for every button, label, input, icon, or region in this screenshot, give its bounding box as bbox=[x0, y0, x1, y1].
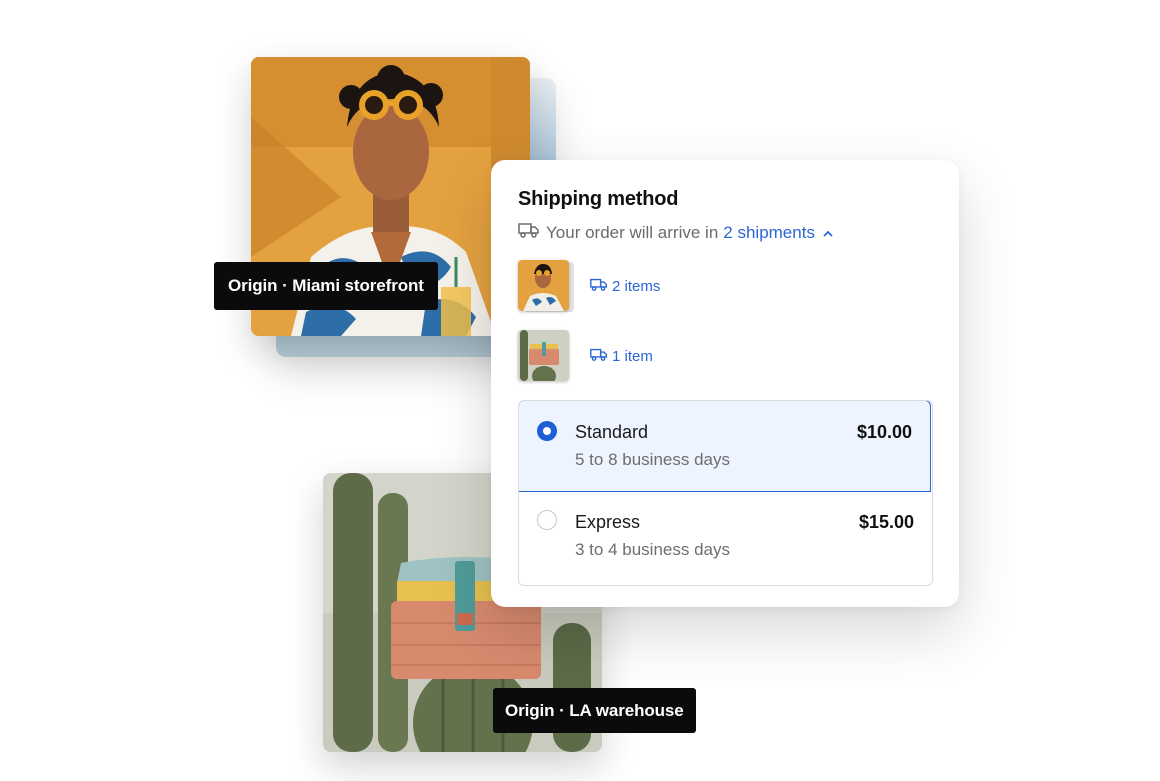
option-name: Express bbox=[575, 512, 641, 532]
shipment-1-count: 2 items bbox=[612, 277, 661, 295]
shipments-toggle-link[interactable]: 2 shipments bbox=[723, 223, 815, 243]
option-price: $10.00 bbox=[856, 422, 912, 442]
shipping-option-express[interactable]: Express 3 to 4 business days $15.00 bbox=[519, 493, 932, 585]
origin-miami-tag: Origin · Miami storefront bbox=[214, 262, 438, 310]
radio-selected[interactable] bbox=[537, 421, 557, 441]
shipment-2-thumbnail bbox=[518, 330, 572, 382]
shipping-option-standard[interactable]: Standard 5 to 8 business days $10.00 bbox=[519, 401, 931, 492]
truck-icon bbox=[590, 347, 608, 366]
option-name: Standard bbox=[575, 422, 649, 442]
shipment-1-thumbnail bbox=[518, 260, 574, 312]
shipment-1-link[interactable]: 2 items bbox=[590, 277, 660, 296]
option-price: $15.00 bbox=[858, 512, 914, 532]
radio-unselected[interactable] bbox=[537, 510, 557, 530]
chevron-up-icon[interactable] bbox=[822, 223, 834, 243]
origin-la-tag: Origin · LA warehouse bbox=[493, 688, 696, 733]
truck-icon bbox=[518, 221, 540, 244]
shipment-2-link[interactable]: 1 item bbox=[590, 347, 653, 366]
arrival-summary: Your order will arrive in 2 shipments bbox=[518, 221, 834, 244]
option-detail: 3 to 4 business days bbox=[575, 540, 730, 559]
shipment-row-2: 1 item bbox=[518, 330, 653, 382]
shipping-method-card: Shipping method Your order will arrive i… bbox=[491, 160, 959, 607]
shipment-2-count: 1 item bbox=[612, 347, 653, 365]
option-detail: 5 to 8 business days bbox=[575, 450, 730, 469]
card-title: Shipping method bbox=[518, 188, 679, 210]
shipping-options-group: Standard 5 to 8 business days $10.00 Exp… bbox=[518, 400, 933, 586]
arrival-text: Your order will arrive in bbox=[546, 222, 719, 242]
shipment-row-1: 2 items bbox=[518, 260, 660, 312]
truck-icon bbox=[590, 277, 608, 296]
